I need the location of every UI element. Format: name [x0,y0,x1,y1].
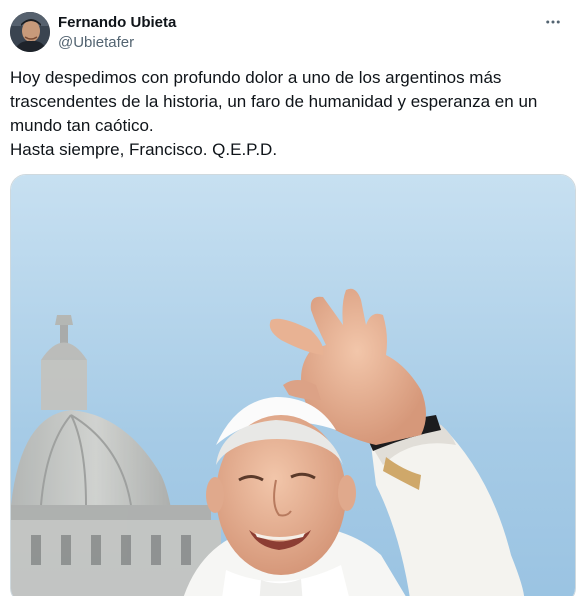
tweet-text-line: Hoy despedimos con profundo dolor a uno … [10,68,538,135]
tweet-header: Fernando Ubieta @Ubietafer [10,10,569,54]
tweet-media-photo[interactable] [10,174,576,596]
author-handle[interactable]: @Ubietafer [58,33,176,53]
tweet-card: Fernando Ubieta @Ubietafer Hoy despedimo… [0,0,579,596]
more-horizontal-icon [546,20,560,24]
tweet-text-line: Hasta siempre, Francisco. Q.E.P.D. [10,140,278,159]
author-display-name[interactable]: Fernando Ubieta [58,13,176,33]
avatar[interactable] [10,12,50,52]
more-options-button[interactable] [541,10,565,34]
photo-pope-waving-icon [11,175,575,596]
tweet-text: Hoy despedimos con profundo dolor a uno … [10,66,570,162]
author-info: Fernando Ubieta @Ubietafer [58,13,176,53]
avatar-photo-icon [10,12,50,52]
